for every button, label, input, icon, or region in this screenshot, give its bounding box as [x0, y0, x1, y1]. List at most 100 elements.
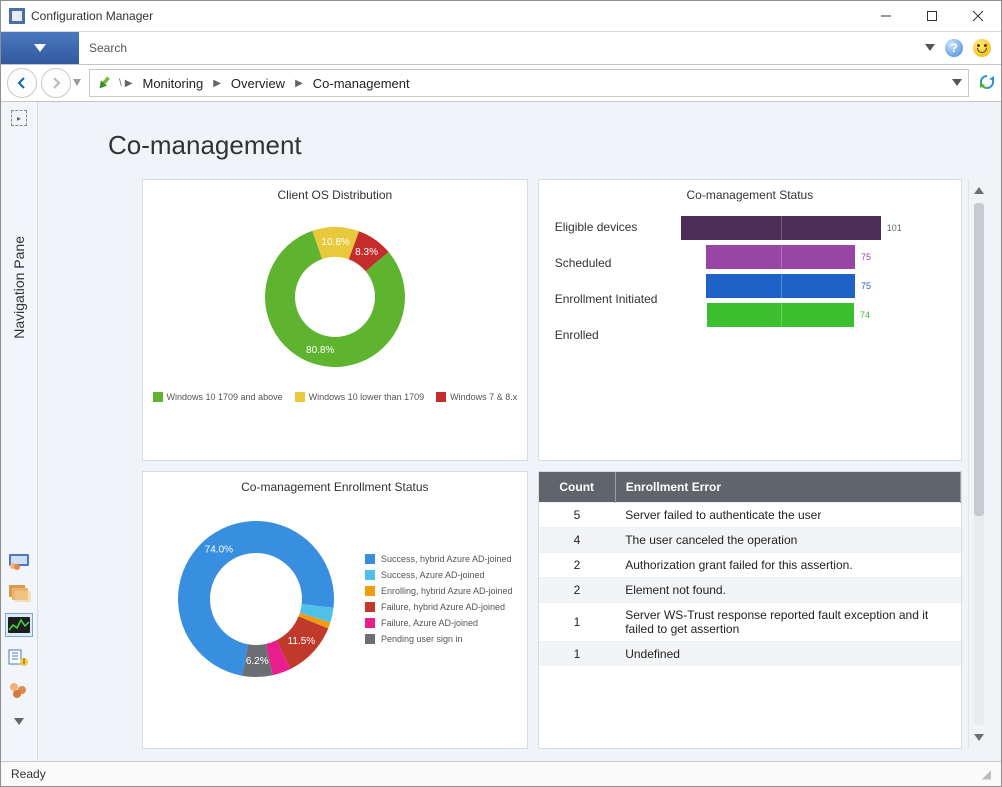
library-workspace-icon[interactable] — [6, 581, 32, 603]
administration-workspace-icon[interactable] — [6, 647, 32, 669]
community-workspace-icon[interactable] — [6, 679, 32, 701]
col-count[interactable]: Count — [539, 472, 616, 503]
legend-swatch — [295, 392, 305, 402]
funnel-row-label: Scheduled — [555, 252, 665, 274]
col-error[interactable]: Enrollment Error — [615, 472, 960, 503]
history-chevron-icon[interactable] — [73, 79, 81, 87]
funnel-row-label: Eligible devices — [555, 216, 665, 238]
funnel-bars: 101757574 — [675, 216, 945, 346]
table-row[interactable]: 2Element not found. — [539, 578, 961, 603]
legend-label: Windows 10 lower than 1709 — [309, 392, 425, 402]
cell-count: 2 — [539, 578, 616, 603]
legend-label: Success, hybrid Azure AD-joined — [381, 554, 512, 564]
funnel-labels: Eligible devices Scheduled Enrollment Init… — [555, 216, 665, 346]
minimize-button[interactable] — [863, 1, 909, 31]
crumb-arrow-icon[interactable]: ▶ — [293, 78, 305, 89]
funnel-bar — [681, 216, 881, 240]
crumb-root-sep: \ — [119, 78, 122, 89]
svg-text:11.5%: 11.5% — [288, 636, 316, 647]
crumb-arrow-icon[interactable]: ▶ — [211, 78, 223, 89]
pin-icon[interactable] — [94, 73, 114, 93]
resize-grip-icon[interactable]: ◢ — [982, 767, 991, 781]
legend-label: Windows 10 1709 and above — [167, 392, 283, 402]
table-row[interactable]: 1Undefined — [539, 642, 961, 667]
breadcrumb: \ ▶ Monitoring ▶ Overview ▶ Co-managemen… — [89, 69, 969, 97]
workspace-icons — [5, 549, 33, 761]
app-window: Configuration Manager Search ? \ ▶ Mo — [0, 0, 1002, 787]
expand-handle-icon[interactable]: ▸ — [11, 110, 27, 126]
funnel-row: 74 — [675, 303, 945, 327]
legend-swatch — [365, 634, 375, 644]
funnel-row-label: Enrollment Initiated — [555, 288, 665, 310]
table-row[interactable]: 1Server WS-Trust response reported fault… — [539, 603, 961, 642]
status-text: Ready — [11, 767, 46, 781]
funnel-bar — [706, 274, 855, 298]
table-row[interactable]: 5Server failed to authenticate the user — [539, 503, 961, 528]
legend-item: Windows 10 lower than 1709 — [295, 392, 425, 402]
scroll-thumb[interactable] — [974, 203, 984, 516]
forward-button[interactable] — [41, 68, 71, 98]
legend-label: Failure, Azure AD-joined — [381, 618, 478, 628]
maximize-button[interactable] — [909, 1, 955, 31]
refresh-button[interactable] — [979, 74, 995, 93]
crumb-arrow-icon[interactable]: ▶ — [123, 78, 135, 89]
search-input[interactable]: Search — [79, 32, 915, 64]
card-title: Co-management Status — [539, 180, 961, 206]
funnel-chart: Eligible devices Scheduled Enrollment Init… — [539, 206, 961, 366]
navigation-row: \ ▶ Monitoring ▶ Overview ▶ Co-managemen… — [1, 65, 1001, 102]
legend-swatch — [365, 618, 375, 628]
crumb-overview[interactable]: Overview — [223, 70, 293, 96]
funnel-bar — [706, 245, 855, 269]
back-button[interactable] — [7, 68, 37, 98]
funnel-value: 74 — [860, 310, 870, 320]
legend-swatch — [153, 392, 163, 402]
search-options-chevron-icon[interactable] — [925, 41, 935, 55]
close-button[interactable] — [955, 1, 1001, 31]
error-table: Count Enrollment Error 5Server failed to… — [539, 472, 961, 666]
cell-error: Server WS-Trust response reported fault … — [615, 603, 960, 642]
legend-swatch — [365, 570, 375, 580]
crumb-comanagement[interactable]: Co-management — [305, 70, 418, 96]
content-area: Co-management Client OS Distribution 80.… — [38, 102, 1001, 761]
table-row[interactable]: 2Authorization grant failed for this ass… — [539, 553, 961, 578]
crumb-monitoring[interactable]: Monitoring — [134, 70, 211, 96]
cell-error: Server failed to authenticate the user — [615, 503, 960, 528]
legend-item: Pending user sign in — [365, 634, 513, 644]
cell-error: The user canceled the operation — [615, 528, 960, 553]
navigation-pane-collapsed[interactable]: ▸ Navigation Pane — [1, 102, 38, 761]
workspace-more-chevron-icon[interactable] — [6, 711, 32, 733]
cell-count: 1 — [539, 603, 616, 642]
legend-item: Windows 7 & 8.x — [436, 392, 517, 402]
assets-workspace-icon[interactable] — [6, 549, 32, 571]
cell-count: 2 — [539, 553, 616, 578]
cell-error: Element not found. — [615, 578, 960, 603]
statusbar: Ready ◢ — [1, 761, 1001, 786]
cell-count: 4 — [539, 528, 616, 553]
legend-item: Failure, Azure AD-joined — [365, 618, 513, 628]
table-row[interactable]: 4The user canceled the operation — [539, 528, 961, 553]
breadcrumb-dropdown-icon[interactable] — [952, 76, 962, 90]
legend-item: Windows 10 1709 and above — [153, 392, 283, 402]
scroll-track[interactable] — [974, 203, 984, 725]
legend-label: Enrolling, hybrid Azure AD-joined — [381, 586, 513, 596]
ribbon-row: Search ? — [1, 32, 1001, 65]
donut-chart-enrollment: 74.0%11.5%6.2% — [161, 504, 351, 694]
application-menu[interactable] — [1, 32, 79, 64]
monitoring-workspace-icon[interactable] — [5, 613, 33, 637]
legend-item: Failure, hybrid Azure AD-joined — [365, 602, 513, 612]
body: ▸ Navigation Pane Co-management Client O… — [1, 102, 1001, 761]
legend-swatch — [436, 392, 446, 402]
legend-label: Success, Azure AD-joined — [381, 570, 485, 580]
legend-swatch — [365, 554, 375, 564]
legend-swatch — [365, 602, 375, 612]
donut-chart-os: 80.8%10.8%8.3% — [240, 212, 430, 382]
scroll-up-icon[interactable] — [973, 185, 985, 197]
funnel-value: 75 — [861, 252, 871, 262]
help-icon[interactable]: ? — [945, 39, 963, 57]
window-controls — [863, 1, 1001, 31]
card-client-os-distribution: Client OS Distribution 80.8%10.8%8.3% Wi… — [142, 179, 528, 461]
scroll-down-icon[interactable] — [973, 731, 985, 743]
vertical-scrollbar[interactable] — [968, 179, 989, 749]
svg-text:74.0%: 74.0% — [205, 544, 233, 555]
feedback-smile-icon[interactable] — [973, 39, 991, 57]
